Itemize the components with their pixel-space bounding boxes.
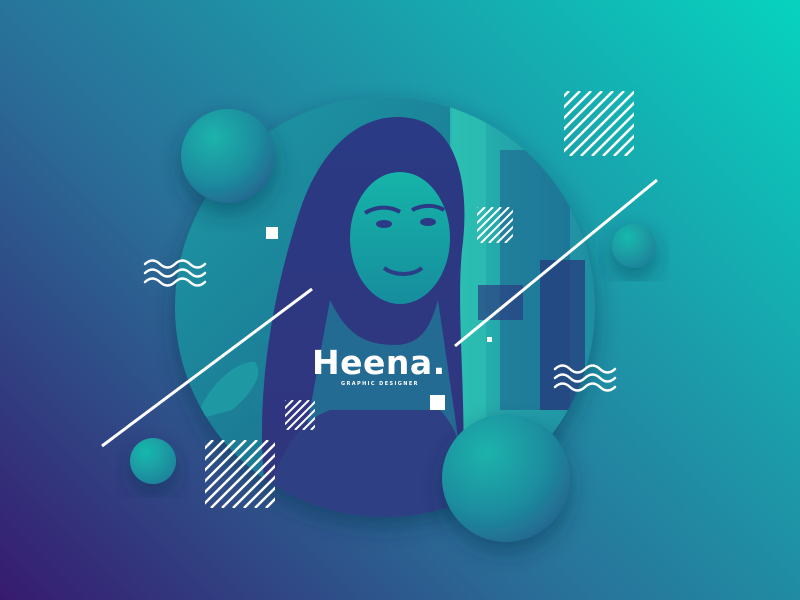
filled-square-icon xyxy=(266,227,278,239)
filled-square-icon xyxy=(487,337,492,342)
sphere-bottom-left xyxy=(130,438,176,484)
profile-role: GRAPHIC DESIGNER xyxy=(341,381,419,387)
artwork xyxy=(101,91,658,542)
profile-name: Heena. xyxy=(312,343,446,382)
hatched-square-icon xyxy=(564,91,634,156)
sphere-bottom-right xyxy=(442,414,570,542)
filled-square-icon xyxy=(430,395,445,410)
sphere-top-left xyxy=(181,109,275,203)
sphere-right xyxy=(612,224,656,268)
hero-banner: Heena. GRAPHIC DESIGNER xyxy=(0,0,800,600)
